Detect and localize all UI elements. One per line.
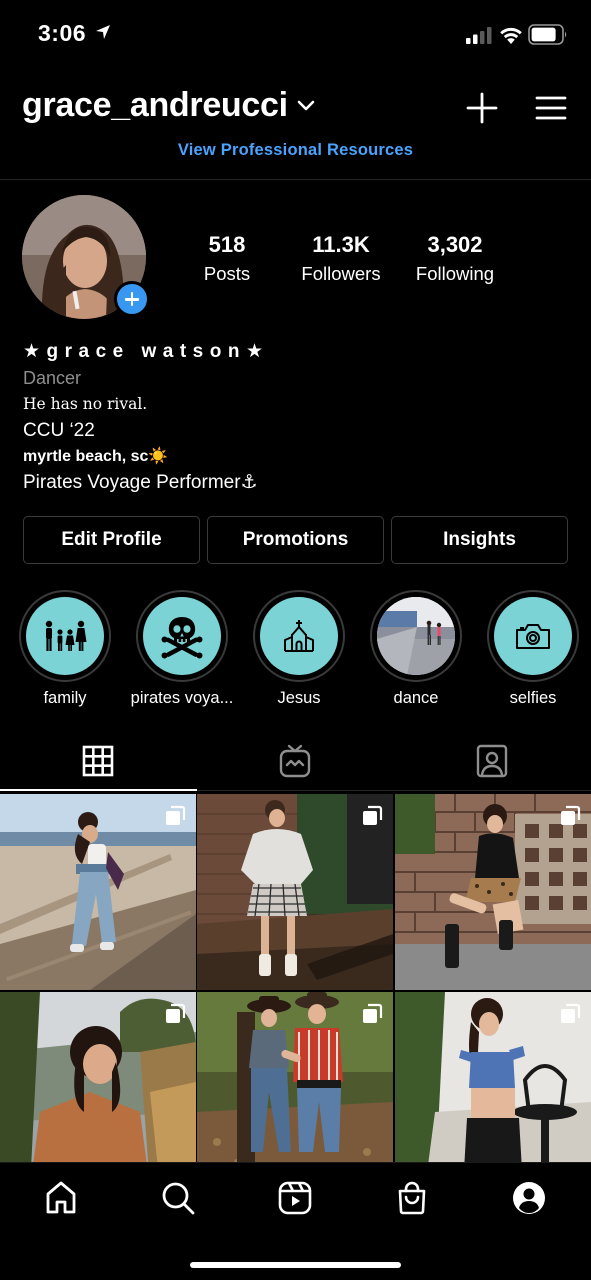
wifi-icon: [500, 27, 522, 44]
highlight-label: selfies: [509, 689, 557, 707]
family-icon: [45, 620, 87, 651]
active-tab-indicator: [0, 789, 197, 791]
chevron-down-icon[interactable]: [296, 99, 316, 113]
view-professional-resources-link[interactable]: View Professional Resources: [0, 141, 591, 160]
status-bar: 3:06: [0, 0, 591, 70]
carousel-icon: [363, 805, 383, 825]
skull-crossbones-icon: [161, 617, 203, 659]
bottom-nav-bar: [0, 1162, 591, 1280]
carousel-icon: [363, 1003, 383, 1023]
grid-icon[interactable]: [81, 744, 115, 778]
highlight-jesus[interactable]: Jesus: [253, 590, 345, 708]
shop-icon[interactable]: [394, 1180, 430, 1216]
search-icon[interactable]: [160, 1180, 196, 1216]
highlight-label: Jesus: [277, 689, 321, 707]
reels-icon[interactable]: [277, 1180, 313, 1216]
carousel-icon: [166, 805, 186, 825]
followers-stat[interactable]: 11.3K Followers: [290, 232, 392, 285]
following-label: Following: [415, 263, 495, 284]
insights-button[interactable]: Insights: [391, 516, 568, 564]
camera-icon: [516, 624, 550, 649]
bio-quote: He has no rival.: [23, 395, 148, 413]
home-indicator[interactable]: [190, 1262, 401, 1268]
highlight-label: dance: [393, 689, 439, 707]
highlight-family[interactable]: family: [19, 590, 111, 708]
carousel-icon: [561, 1003, 581, 1023]
promotions-button[interactable]: Promotions: [207, 516, 384, 564]
battery-icon: [528, 24, 567, 45]
following-stat[interactable]: 3,302 Following: [405, 232, 505, 285]
grid-post[interactable]: [0, 992, 196, 1188]
dance-photo: [377, 597, 455, 675]
cellular-signal-icon: [466, 27, 492, 44]
carousel-icon: [561, 805, 581, 825]
header-divider: [0, 179, 591, 180]
highlight-pirates[interactable]: pirates voya...: [131, 590, 233, 708]
followers-count: 11.3K: [312, 232, 370, 257]
bio-school: CCU ‘22: [23, 420, 95, 441]
highlight-selfies[interactable]: selfies: [487, 590, 579, 708]
highlight-dance[interactable]: dance: [370, 590, 462, 708]
profile-username[interactable]: grace_andreucci: [22, 86, 288, 125]
posts-label: Posts: [203, 263, 251, 284]
igtv-icon[interactable]: [278, 744, 312, 778]
tagged-icon[interactable]: [475, 744, 509, 778]
highlight-label: pirates voya...: [130, 689, 234, 707]
grid-post[interactable]: [395, 992, 591, 1188]
highlight-label: family: [43, 689, 87, 707]
bio-job: Pirates Voyage Performer⚓: [23, 472, 258, 493]
hamburger-menu-icon[interactable]: [535, 94, 567, 122]
home-icon[interactable]: [43, 1180, 79, 1216]
bio-location: myrtle beach, sc☀️: [23, 448, 169, 465]
location-arrow-icon: [96, 25, 110, 39]
following-count: 3,302: [427, 232, 483, 257]
new-post-plus-icon[interactable]: [466, 92, 498, 124]
add-story-plus-button[interactable]: [114, 281, 150, 317]
carousel-icon: [166, 1003, 186, 1023]
tab-divider: [197, 790, 591, 791]
grid-post[interactable]: [197, 794, 393, 990]
posts-stat[interactable]: 518 Posts: [186, 232, 268, 285]
edit-profile-button[interactable]: Edit Profile: [23, 516, 200, 564]
grid-post[interactable]: [197, 992, 393, 1188]
followers-label: Followers: [301, 263, 381, 284]
bio-category: Dancer: [23, 368, 82, 388]
profile-icon[interactable]: [511, 1180, 547, 1216]
posts-count: 518: [208, 232, 246, 257]
clock: 3:06: [38, 20, 87, 46]
bio-display-name: ★grace watson★: [23, 341, 270, 362]
grid-post[interactable]: [395, 794, 591, 990]
grid-post[interactable]: [0, 794, 196, 990]
church-icon: [284, 620, 314, 652]
